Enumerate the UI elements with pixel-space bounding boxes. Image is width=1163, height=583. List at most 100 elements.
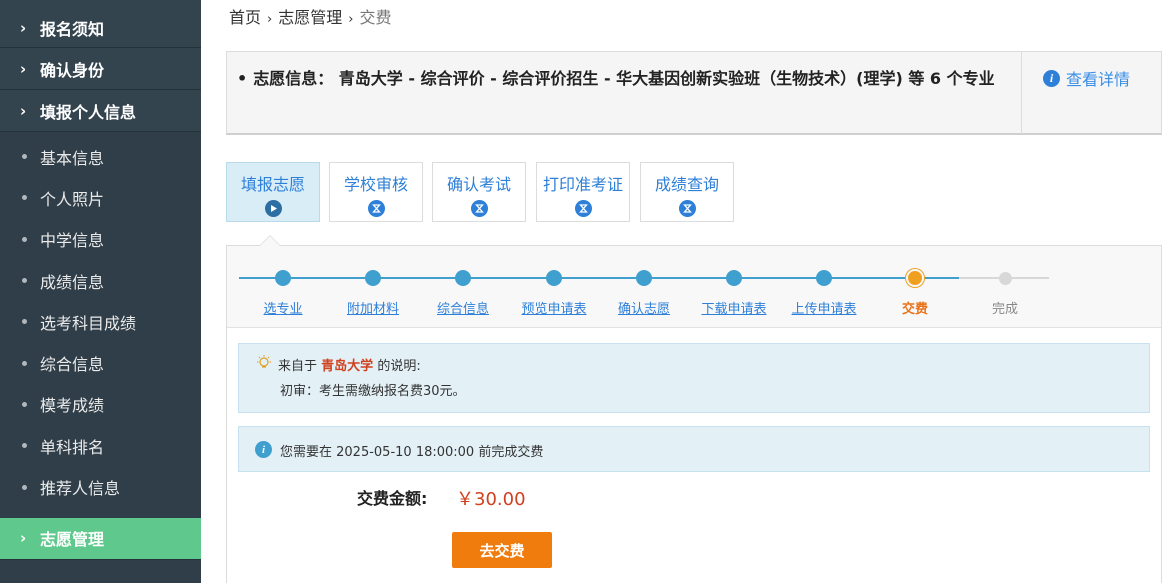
fee-amount-label: 交费金额: (357, 489, 428, 508)
step-additional-materials[interactable]: 附加材料 (347, 298, 399, 317)
step-node (275, 270, 291, 286)
sidebar-item-label: 基本信息 (40, 148, 105, 168)
chevron-right-icon: › (20, 529, 27, 548)
bullet-dot (22, 236, 27, 242)
sidebar-item-subject-rank[interactable]: 单科排名 (0, 425, 201, 466)
sidebar-section-notice[interactable]: › 报名须知 (0, 0, 201, 48)
step-confirm-volunteer[interactable]: 确认志愿 (618, 298, 670, 317)
bullet-dot (22, 443, 27, 449)
step-node (455, 270, 471, 286)
sidebar-section-label: 填报个人信息 (40, 102, 137, 122)
step-upload-application[interactable]: 上传申请表 (791, 298, 856, 317)
hourglass-icon (367, 200, 385, 217)
bullet-dot (22, 360, 27, 366)
tab-print-admission[interactable]: 打印准考证 (536, 162, 630, 222)
tab-label: 成绩查询 (654, 175, 719, 194)
sidebar-section-label: 志愿管理 (40, 530, 105, 550)
bullet-dot (22, 484, 27, 490)
step-select-major[interactable]: 选专业 (263, 298, 302, 317)
school-notice: 来自于 青岛大学 的说明: 初审：考生需缴纳报名费30元。 (238, 343, 1150, 413)
lightbulb-icon (257, 355, 271, 368)
sidebar-section-label: 报名须知 (40, 19, 105, 39)
school-name: 青岛大学 (321, 359, 374, 374)
step-node-current (908, 271, 922, 285)
bullet-dot (22, 401, 27, 407)
chevron-right-icon: › (20, 59, 27, 78)
progress-steps: 选专业 附加材料 综合信息 预览申请表 确认志愿 下载申请表 上传申请表 交费 … (227, 246, 1161, 328)
chevron-right-icon: › (20, 18, 27, 37)
sidebar-item-label: 综合信息 (40, 355, 105, 375)
sidebar-item-school-info[interactable]: 中学信息 (0, 219, 201, 260)
notice-suffix: 的说明: (377, 359, 421, 374)
tab-school-review[interactable]: 学校审核 (329, 162, 423, 222)
chevron-right-icon: › (20, 101, 27, 120)
step-comprehensive-info[interactable]: 综合信息 (437, 298, 489, 317)
pay-button[interactable]: 去交费 (452, 532, 552, 568)
view-details-label: 查看详情 (1066, 70, 1131, 89)
sidebar-section-volunteer-management[interactable]: › 志愿管理 (0, 517, 201, 560)
step-node (636, 270, 652, 286)
info-icon: i (1043, 69, 1060, 87)
step-complete: 完成 (991, 302, 1019, 317)
info-bullet: • (237, 69, 248, 88)
step-node (726, 270, 742, 286)
breadcrumb-separator: › (348, 12, 354, 27)
bullet-dot (22, 319, 27, 325)
tab-label: 打印准考证 (542, 175, 623, 194)
bullet-dot (22, 154, 27, 160)
volunteer-info-box: • 志愿信息： 青岛大学 - 综合评价 - 综合评价招生 - 华大基因创新实验班（… (226, 51, 1162, 135)
sidebar-item-label: 成绩信息 (40, 272, 105, 292)
sidebar-item-comprehensive[interactable]: 综合信息 (0, 342, 201, 383)
step-node (816, 270, 832, 286)
active-tab-pointer (259, 235, 281, 246)
info-icon: i (255, 441, 272, 458)
step-download-application[interactable]: 下载申请表 (701, 298, 766, 317)
sidebar-item-label: 模考成绩 (40, 396, 105, 416)
tab-label: 确认考试 (446, 175, 511, 194)
breadcrumb-separator: › (267, 12, 273, 27)
step-payment: 交费 (901, 302, 929, 317)
school-notice-body: 初审：考生需缴纳报名费30元。 (280, 384, 466, 399)
tab-score-query[interactable]: 成绩查询 (640, 162, 734, 222)
sidebar-item-grades[interactable]: 成绩信息 (0, 260, 201, 301)
divider (1021, 52, 1022, 134)
tab-fill-volunteer[interactable]: 填报志愿 (226, 162, 320, 222)
school-notice-title: 来自于 青岛大学 的说明: (278, 355, 421, 374)
view-details-link[interactable]: i 查看详情 (1043, 66, 1130, 90)
step-node-future (999, 272, 1012, 285)
sidebar-item-photo[interactable]: 个人照片 (0, 177, 201, 218)
volunteer-info-content: 志愿信息： 青岛大学 - 综合评价 - 综合评价招生 - 华大基因创新实验班（生… (253, 69, 995, 88)
sidebar: › 报名须知 › 确认身份 › 填报个人信息 基本信息 个人照片 中学信息 成绩… (0, 0, 201, 583)
deadline-text: 您需要在 2025-05-10 18:00:00 前完成交费 (280, 445, 544, 460)
hourglass-icon (470, 200, 488, 217)
tab-label: 学校审核 (343, 175, 408, 194)
breadcrumb-volunteer[interactable]: 志愿管理 (278, 8, 342, 27)
breadcrumb-current: 交费 (359, 8, 392, 27)
hourglass-icon (574, 200, 592, 217)
progress-line (239, 277, 959, 279)
sidebar-item-label: 个人照片 (40, 189, 105, 209)
tab-label: 填报志愿 (240, 175, 305, 194)
sidebar-item-label: 选考科目成绩 (40, 313, 137, 333)
bullet-dot (22, 195, 27, 201)
deadline-notice: i 您需要在 2025-05-10 18:00:00 前完成交费 (238, 426, 1150, 472)
tab-confirm-exam[interactable]: 确认考试 (432, 162, 526, 222)
sidebar-item-recommender[interactable]: 推荐人信息 (0, 466, 201, 507)
sidebar-item-mock-exam[interactable]: 模考成绩 (0, 384, 201, 425)
sidebar-item-basic-info[interactable]: 基本信息 (0, 136, 201, 177)
fee-amount-value: ￥30.00 (456, 489, 526, 510)
sidebar-item-label: 单科排名 (40, 437, 105, 457)
step-preview-application[interactable]: 预览申请表 (521, 298, 586, 317)
breadcrumb: 首页 › 志愿管理 › 交费 (229, 4, 391, 28)
volunteer-info-text: • 志愿信息： 青岛大学 - 综合评价 - 综合评价招生 - 华大基因创新实验班（… (237, 64, 1017, 94)
breadcrumb-home[interactable]: 首页 (229, 8, 261, 27)
sidebar-item-elective-grades[interactable]: 选考科目成绩 (0, 301, 201, 342)
sidebar-section-label: 确认身份 (40, 60, 105, 80)
sidebar-section-confirm-identity[interactable]: › 确认身份 (0, 48, 201, 90)
bullet-dot (22, 278, 27, 284)
sidebar-section-personal-info[interactable]: › 填报个人信息 (0, 90, 201, 132)
play-icon (264, 200, 282, 217)
step-node (365, 270, 381, 286)
sidebar-sub-list: 基本信息 个人照片 中学信息 成绩信息 选考科目成绩 综合信息 模考成绩 单科排… (0, 132, 201, 518)
main-content: 首页 › 志愿管理 › 交费 • 志愿信息： 青岛大学 - 综合评价 - 综合评价招生 -… (201, 0, 1163, 583)
